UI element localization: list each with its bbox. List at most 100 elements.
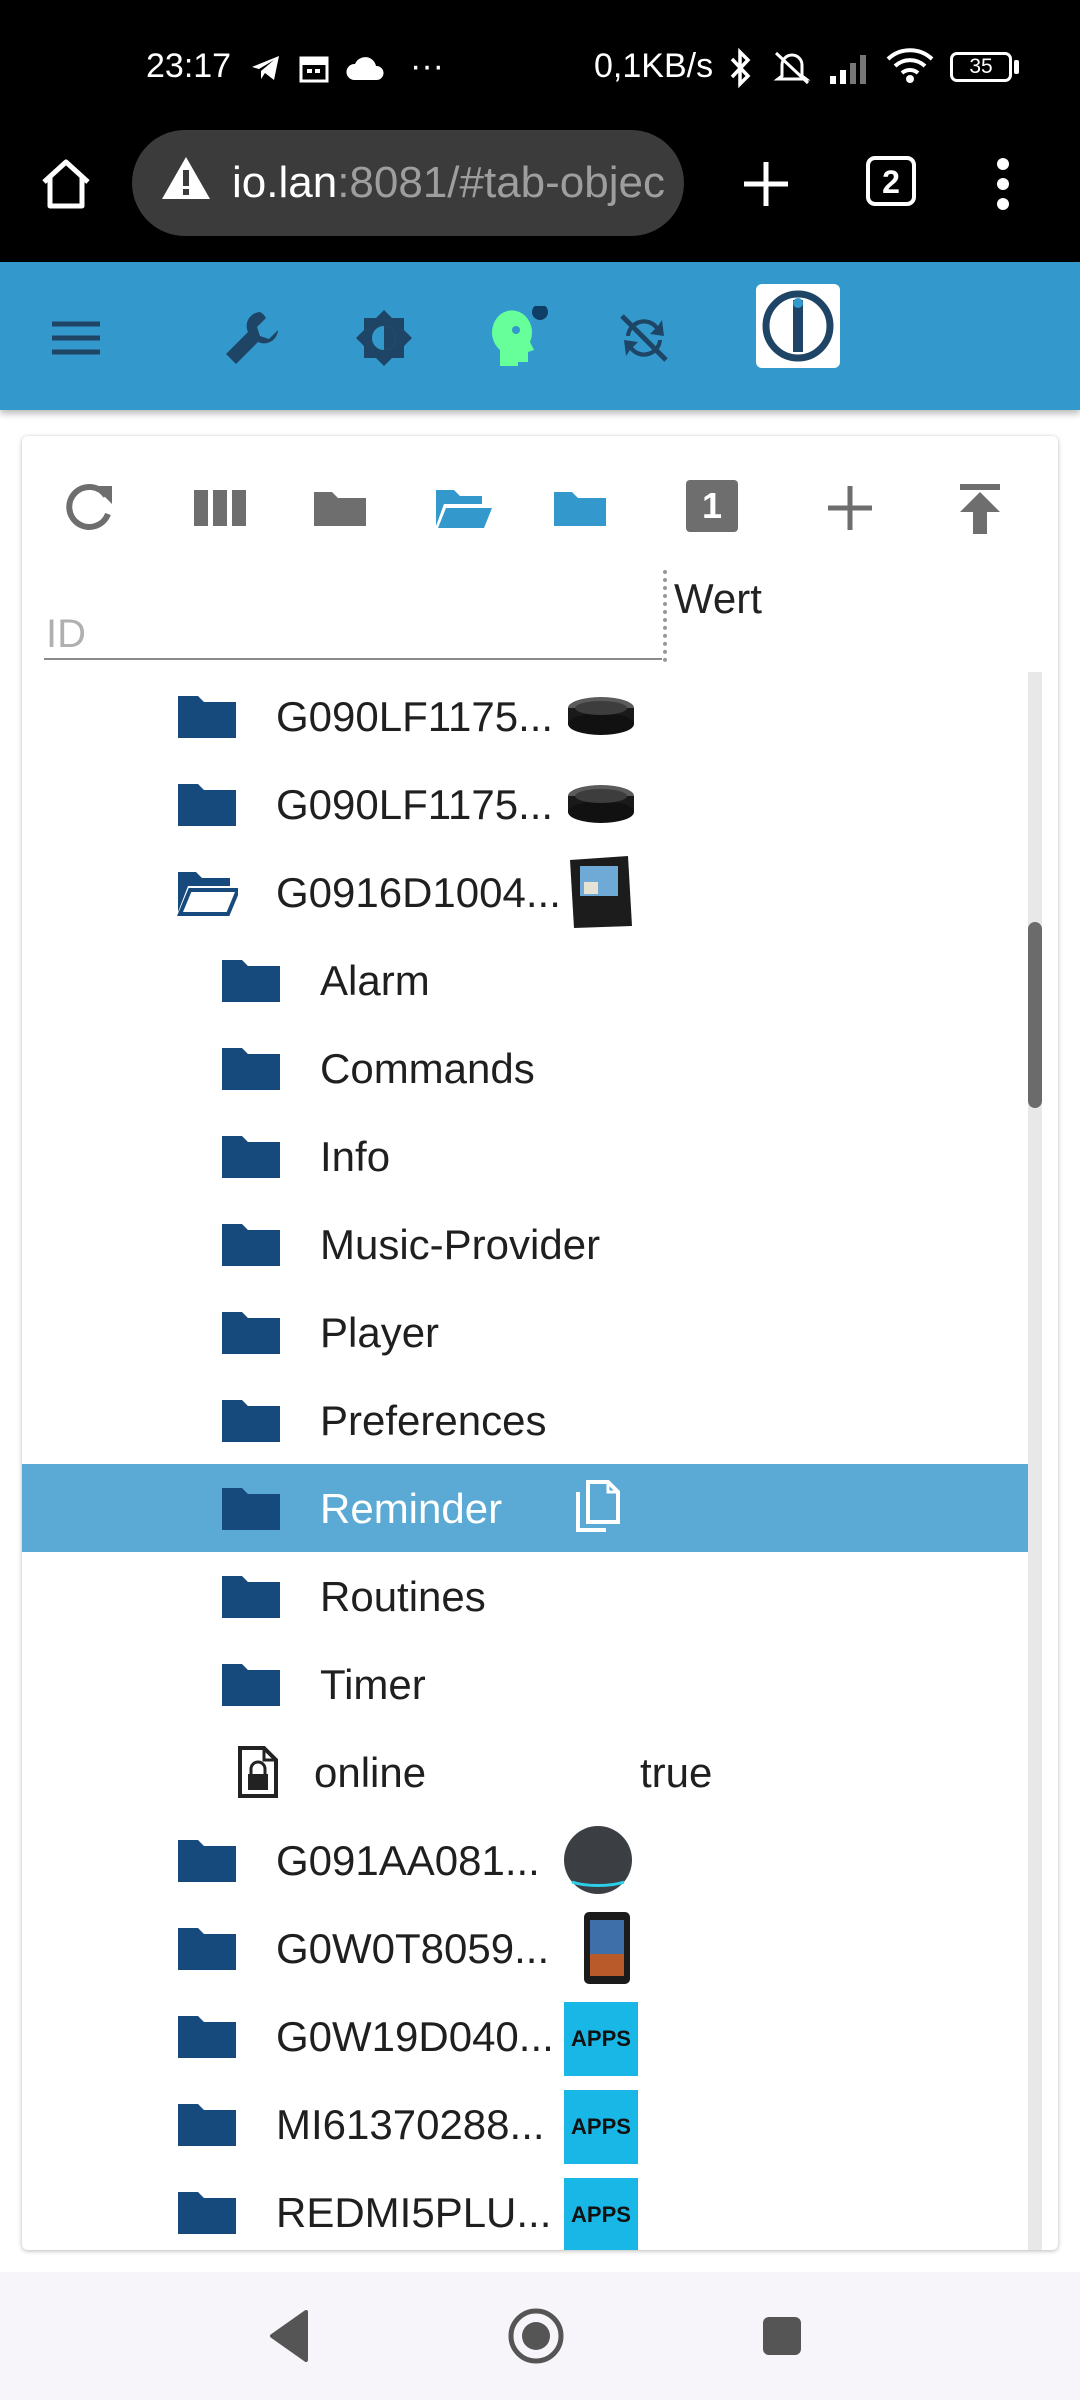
folder-icon[interactable] [220,958,282,1004]
recents-icon[interactable] [760,2314,804,2358]
tree-row[interactable]: Player [22,1288,1028,1376]
echo-show-icon [570,856,632,928]
id-filter[interactable] [44,576,662,674]
object-browser: 1 Wert G090LF1175... G090LF1175... [22,436,1058,2250]
add-icon[interactable] [818,476,882,540]
status-time: 23:17 [146,47,232,85]
tree-row[interactable]: Preferences [22,1376,1028,1464]
battery-tip [1014,60,1019,74]
tree-scrollbar-thumb[interactable] [1028,922,1042,1108]
tree-row-label: Reminder [320,1485,503,1532]
depth-counter-value: 1 [701,485,723,526]
echo-dot-icon [568,785,634,823]
columns-icon[interactable] [188,476,252,540]
folder-icon[interactable] [176,694,238,740]
tree-row[interactable]: MI61370288... APPS [22,2080,1028,2168]
tree-row-label: G090LF1175... [276,693,554,740]
iobroker-logo-icon [762,290,834,362]
apps-icon: APPS [564,2090,638,2164]
echo-sphere-icon [564,1826,632,1894]
home-icon[interactable] [38,156,94,212]
tree-row[interactable]: G0W0T8059... [22,1904,1028,1992]
folder-icon[interactable] [176,2014,238,2060]
state-value[interactable]: true [640,1748,712,1798]
tree-scrollbar[interactable] [1028,672,1042,2250]
folder-icon[interactable] [176,2190,238,2236]
folder-icon[interactable] [220,1222,282,1268]
echo-dot-icon [568,697,634,735]
tree-row[interactable]: Commands [22,1024,1028,1112]
tree-row[interactable]: G091AA081... [22,1816,1028,1904]
network-speed: 0,1KB/s [594,47,714,85]
folder-expand-icon[interactable] [548,476,612,540]
column-resize-handle[interactable] [663,570,667,662]
tree-row[interactable]: Music-Provider [22,1200,1028,1288]
tree-row[interactable]: Info [22,1112,1028,1200]
battery-icon: 35 [950,52,1012,82]
folder-open-icon[interactable] [430,476,494,540]
status-bar: 23:17 ··· 0,1KB/s 35 [0,0,1080,130]
tree-row-label: Commands [320,1045,535,1092]
tree-row-selected[interactable]: Reminder [22,1464,1028,1552]
tree-row[interactable]: G090LF1175... [22,760,1028,848]
tree-row-label: G0W19D040... [276,2013,554,2060]
app-toolbar [0,262,1080,410]
folder-icon[interactable] [220,1310,282,1356]
more-vert-icon[interactable] [990,154,1016,214]
apps-icon: APPS [564,2002,638,2076]
depth-counter[interactable]: 1 [686,480,738,532]
tree-row-label: Player [320,1309,440,1356]
tree-row-label: Info [320,1133,391,1180]
signal-icon [830,55,866,84]
back-icon[interactable] [266,2308,312,2364]
folder-icon[interactable] [220,1134,282,1180]
column-header-value[interactable]: Wert [674,574,762,624]
folder-icon[interactable] [176,2102,238,2148]
new-tab-icon[interactable] [740,158,792,210]
folder-collapse-icon[interactable] [308,476,372,540]
url-text[interactable]: io.lan:8081/#tab-objec [232,158,665,208]
folder-icon[interactable] [220,1046,282,1092]
fire-tablet-icon [584,1912,630,1984]
iobroker-logo[interactable] [756,284,840,368]
folder-icon[interactable] [220,1398,282,1444]
home-button-icon[interactable] [506,2306,566,2366]
tree-row-label: online [314,1749,427,1796]
tree-row[interactable]: Routines [22,1552,1028,1640]
tree-row-label: Preferences [320,1397,547,1444]
browser-toolbar: io.lan:8081/#tab-objec 2 [0,130,1080,262]
wrench-icon[interactable] [220,306,284,370]
navigation-bar [0,2272,1080,2400]
sync-disabled-icon[interactable] [612,306,676,370]
folder-icon[interactable] [220,1574,282,1620]
menu-icon[interactable] [44,306,108,370]
refresh-icon[interactable] [56,476,120,540]
tree-row-label: Routines [320,1573,486,1620]
folder-open-icon[interactable] [176,870,238,916]
expert-mode-icon[interactable] [484,306,548,370]
folder-icon[interactable] [176,1838,238,1884]
brightness-icon[interactable] [352,306,416,370]
folder-icon[interactable] [220,1486,282,1532]
folder-icon[interactable] [220,1662,282,1708]
tree-row-label: REDMI5PLU... [276,2189,552,2236]
calendar-icon [299,56,329,83]
tree-row[interactable]: Alarm [22,936,1028,1024]
wifi-icon [886,48,934,83]
tree-row[interactable]: Timer [22,1640,1028,1728]
tab-switcher-button[interactable]: 2 [866,156,916,206]
folder-icon[interactable] [176,1926,238,1972]
upload-icon[interactable] [948,476,1012,540]
tree-row[interactable]: G090LF1175... [22,672,1028,760]
tree-row-expanded[interactable]: G0916D1004... [22,848,1028,936]
copy-icon[interactable] [572,1478,624,1538]
tree-row-label: G0916D1004... [276,869,561,916]
id-filter-input[interactable] [44,576,646,674]
tree-row[interactable]: REDMI5PLU... APPS [22,2168,1028,2250]
address-bar[interactable]: io.lan:8081/#tab-objec [132,130,684,236]
tree-row-state[interactable]: online true [22,1728,1028,1816]
warning-icon[interactable] [160,154,212,202]
tree-row[interactable]: G0W19D040... APPS [22,1992,1028,2080]
tab-count: 2 [882,164,900,200]
folder-icon[interactable] [176,782,238,828]
